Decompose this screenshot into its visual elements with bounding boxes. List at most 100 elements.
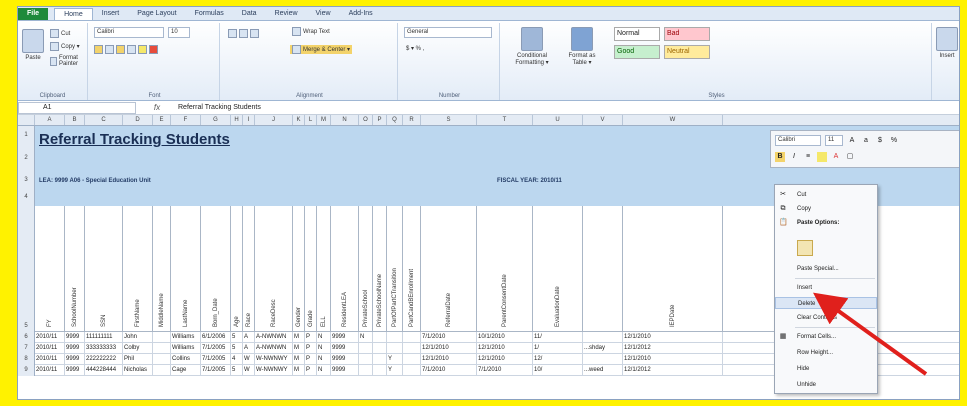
cell[interactable]: P xyxy=(305,332,317,342)
column-header[interactable]: J xyxy=(255,115,293,125)
cell[interactable] xyxy=(387,343,403,353)
number-format-buttons[interactable]: $ ▾ % , xyxy=(406,45,424,52)
cell[interactable] xyxy=(583,332,623,342)
cell[interactable]: 12/1/2010 xyxy=(477,343,533,353)
cell[interactable]: 9999 xyxy=(65,332,85,342)
cell[interactable]: 5 xyxy=(231,365,243,375)
cell[interactable]: W xyxy=(243,354,255,364)
cell[interactable]: Cage xyxy=(171,365,201,375)
tab-formulas[interactable]: Formulas xyxy=(186,8,233,20)
cell[interactable]: 10/ xyxy=(533,365,583,375)
italic-icon[interactable] xyxy=(105,45,114,54)
header-cell[interactable]: ResidentLEA xyxy=(331,206,359,331)
header-cell[interactable]: IEPDate xyxy=(623,206,723,331)
style-normal[interactable]: Normal xyxy=(614,27,660,41)
cell[interactable]: M xyxy=(293,343,305,353)
align-middle-icon[interactable] xyxy=(239,29,248,38)
cell[interactable]: W-NWNWY xyxy=(255,365,293,375)
cell[interactable]: 7/1/2010 xyxy=(477,365,533,375)
cell[interactable]: Colby xyxy=(123,343,153,353)
copy-button[interactable]: Copy ▾ xyxy=(50,42,80,51)
cell[interactable]: 1/ xyxy=(533,343,583,353)
border-icon[interactable] xyxy=(127,45,136,54)
column-header[interactable]: K xyxy=(293,115,305,125)
mini-fill-icon[interactable] xyxy=(817,152,827,162)
cell[interactable]: 7/1/2010 xyxy=(421,332,477,342)
cell[interactable]: Y xyxy=(387,365,403,375)
cell[interactable]: 12/ xyxy=(533,354,583,364)
fill-color-icon[interactable] xyxy=(138,45,147,54)
cell[interactable] xyxy=(359,343,373,353)
header-cell[interactable]: LastName xyxy=(171,206,201,331)
row-header-7[interactable]: 7 xyxy=(18,343,35,354)
cell[interactable]: 9999 xyxy=(65,365,85,375)
column-header[interactable]: N xyxy=(331,115,359,125)
cell[interactable]: P xyxy=(305,365,317,375)
column-header[interactable]: V xyxy=(583,115,623,125)
cell[interactable]: 11/ xyxy=(533,332,583,342)
font-name-select[interactable]: Calibri xyxy=(94,27,164,38)
cell[interactable]: 12/1/2012 xyxy=(623,365,723,375)
cell[interactable]: 333333333 xyxy=(85,343,123,353)
header-cell[interactable]: ParentConsentDate xyxy=(477,206,533,331)
cell[interactable]: 222222222 xyxy=(85,354,123,364)
cell[interactable]: 9999 xyxy=(331,343,359,353)
header-cell[interactable]: Born_Date xyxy=(201,206,231,331)
style-bad[interactable]: Bad xyxy=(664,27,710,41)
column-header[interactable]: A xyxy=(35,115,65,125)
cell[interactable] xyxy=(403,332,421,342)
mini-italic-button[interactable]: I xyxy=(789,152,799,162)
cell[interactable]: 2010/11 xyxy=(35,365,65,375)
cell[interactable]: 444228444 xyxy=(85,365,123,375)
cell[interactable] xyxy=(387,332,403,342)
menu-copy[interactable]: ⧉ Copy xyxy=(775,203,877,215)
cell[interactable]: 6/1/2006 xyxy=(201,332,231,342)
header-cell[interactable]: MiddleName xyxy=(153,206,171,331)
font-size-select[interactable]: 10 xyxy=(168,27,190,38)
column-header[interactable]: C xyxy=(85,115,123,125)
cell[interactable]: A xyxy=(243,343,255,353)
cell[interactable]: M xyxy=(293,332,305,342)
cell[interactable]: 9999 xyxy=(331,332,359,342)
cell[interactable]: 7/1/2010 xyxy=(421,365,477,375)
cell[interactable] xyxy=(373,354,387,364)
cell[interactable]: M xyxy=(293,365,305,375)
cell[interactable]: W-NWNWY xyxy=(255,354,293,364)
cell[interactable]: Williams xyxy=(171,343,201,353)
cell[interactable]: 2010/11 xyxy=(35,343,65,353)
cell[interactable]: P xyxy=(305,343,317,353)
cell[interactable]: N xyxy=(359,332,373,342)
tab-file[interactable]: File xyxy=(18,8,49,20)
column-header[interactable]: R xyxy=(403,115,421,125)
header-cell[interactable]: Age xyxy=(231,206,243,331)
column-header[interactable]: P xyxy=(373,115,387,125)
tab-add-ins[interactable]: Add-Ins xyxy=(340,8,382,20)
wrap-text-button[interactable]: Wrap Text xyxy=(292,27,330,36)
header-cell[interactable]: PartOfPartCTransition xyxy=(387,206,403,331)
align-bottom-icon[interactable] xyxy=(250,29,259,38)
cell[interactable] xyxy=(373,343,387,353)
cell[interactable]: A-NWNWN xyxy=(255,343,293,353)
header-cell[interactable]: Race xyxy=(243,206,255,331)
header-cell[interactable]: Grade xyxy=(305,206,317,331)
cell[interactable]: 9999 xyxy=(331,365,359,375)
tab-home[interactable]: Home xyxy=(54,8,93,20)
cell[interactable]: 12/1/2010 xyxy=(421,354,477,364)
header-cell[interactable]: FY xyxy=(35,206,65,331)
column-header[interactable]: T xyxy=(477,115,533,125)
bold-icon[interactable] xyxy=(94,45,103,54)
menu-format-cells[interactable]: ▦ Format Cells... xyxy=(775,331,877,343)
cell[interactable] xyxy=(373,365,387,375)
cell[interactable] xyxy=(153,365,171,375)
cell[interactable]: P xyxy=(305,354,317,364)
cell[interactable]: N xyxy=(317,354,331,364)
cell[interactable]: Collins xyxy=(171,354,201,364)
tab-page-layout[interactable]: Page Layout xyxy=(128,8,185,20)
cell[interactable]: 7/1/2005 xyxy=(201,343,231,353)
cell[interactable] xyxy=(153,354,171,364)
cell[interactable]: John xyxy=(123,332,153,342)
style-good[interactable]: Good xyxy=(614,45,660,59)
tab-insert[interactable]: Insert xyxy=(93,8,129,20)
cell[interactable]: 111111111 xyxy=(85,332,123,342)
column-header[interactable]: O xyxy=(359,115,373,125)
